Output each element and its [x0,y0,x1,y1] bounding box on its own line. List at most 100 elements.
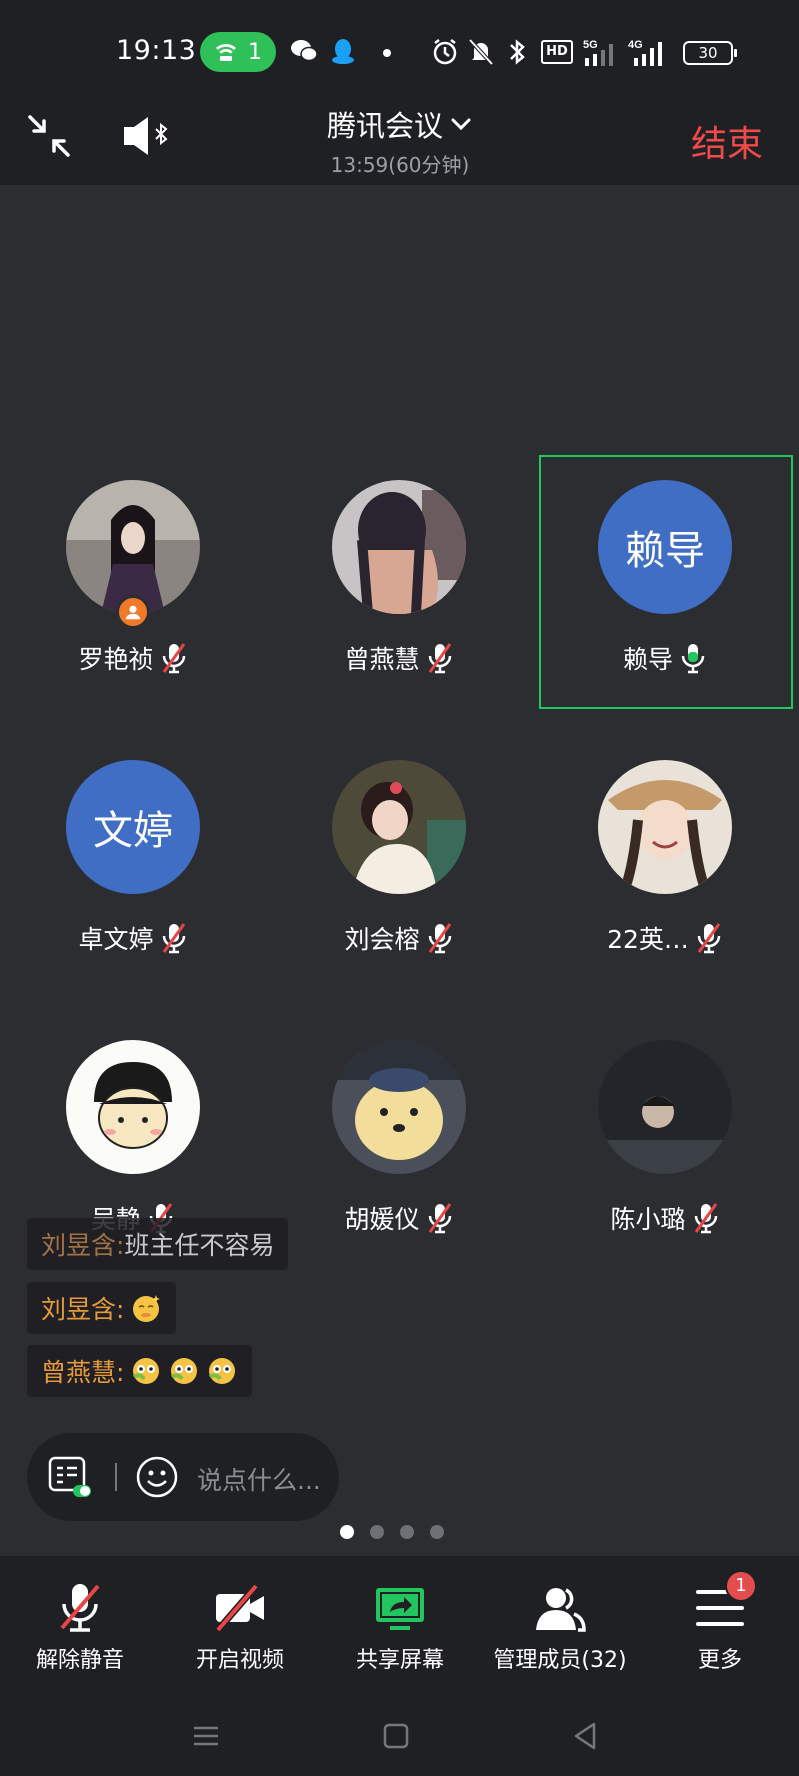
chat-text: 班主任不容易 [124,1231,275,1260]
participant-name: 卓文婷 [78,925,154,954]
wechat-icon [291,40,318,62]
more-button[interactable]: 1 更多 [640,1556,799,1696]
participant-name: 刘会榕 [344,925,420,954]
back-icon[interactable] [570,1720,602,1752]
avatar-initials: 赖导 [598,480,732,614]
participant-name-row: 刘会榕 [266,920,532,956]
mic-muted-icon [162,923,185,954]
share-screen-icon [376,1588,424,1630]
chat-message: 曾燕慧: [27,1345,253,1397]
participant-tile[interactable]: 文婷 卓文婷 [0,735,266,989]
alarm-icon [433,39,457,65]
home-icon[interactable] [380,1720,412,1752]
page-dot[interactable] [430,1525,444,1539]
meeting-title-area[interactable]: 腾讯会议 13:59(60分钟) [250,103,550,178]
mic-muted-icon [694,1203,717,1234]
meeting-header: 腾讯会议 13:59(60分钟) 结束 [0,95,799,185]
share-screen-label: 共享屏幕 [355,1648,444,1673]
unmute-label: 解除静音 [35,1648,124,1673]
page-dot[interactable] [370,1525,384,1539]
avatar [332,480,466,614]
battery-icon: 30 [683,41,737,65]
participant-name-row: 胡媛仪 [266,1200,532,1236]
chat-sender: 刘昱含: [41,1231,125,1260]
participant-name-row: 罗艳祯 [0,640,266,676]
emoji-icon[interactable] [135,1455,179,1499]
participant-tile[interactable]: 22英… [532,735,798,989]
start-video-button[interactable]: 开启视频 [160,1556,320,1696]
participant-tile[interactable]: 曾燕慧 [266,455,532,709]
status-time: 19:13 [116,35,197,66]
participant-name: 赖导 [622,645,673,674]
chat-sender: 曾燕慧: [41,1358,125,1387]
chat-input-placeholder[interactable]: 说点什么... [197,1461,321,1497]
share-screen-button[interactable]: 共享屏幕 [320,1556,480,1696]
avatar [598,760,732,894]
page-indicator [340,1525,444,1539]
avatar [332,760,466,894]
system-nav-bar [0,1696,799,1776]
chat-list-icon[interactable] [47,1455,91,1499]
chat-message: 刘昱含: [27,1282,177,1334]
avatar-photo [332,760,466,894]
mic-muted-icon [428,923,451,954]
confused-face-emoji-icon [133,1358,160,1384]
meeting-toolbar: 解除静音 开启视频 共享屏幕 管理成员(32) 1 更多 [0,1556,799,1696]
participant-tile[interactable]: 罗艳祯 [0,455,266,709]
participant-tile[interactable]: 陈小璐 [532,1015,798,1269]
4g-signal-icon: 4G [628,39,662,66]
end-meeting-button[interactable]: 结束 [691,115,763,167]
mic-muted-icon [428,643,451,674]
members-icon [536,1588,586,1632]
participant-tile[interactable]: 赖导 赖导 [532,455,798,709]
participant-name-row: 卓文婷 [0,920,266,956]
participant-name: 曾燕慧 [344,645,420,674]
recent-apps-icon[interactable] [190,1720,222,1752]
avatar [66,480,200,614]
mic-active-icon [681,644,705,674]
meeting-title-text: 腾讯会议 [326,109,443,143]
mute-bell-icon [468,38,494,66]
participant-name-row: 曾燕慧 [266,640,532,676]
avatar: 文婷 [66,760,200,894]
participant-name-row: 22英… [532,920,798,956]
page-dot-active[interactable] [340,1525,354,1539]
chat-sender: 刘昱含: [41,1295,125,1324]
avatar [598,1040,732,1174]
confused-face-emoji-icon [171,1358,198,1384]
page-dot[interactable] [400,1525,414,1539]
minimize-icon[interactable] [26,113,72,159]
avatar-photo [66,1040,200,1174]
start-video-label: 开启视频 [195,1648,284,1673]
manage-members-button[interactable]: 管理成员(32) [480,1556,640,1696]
meeting-duration: 13:59(60分钟) [330,153,470,177]
avatar [66,1040,200,1174]
participant-name: 胡媛仪 [344,1205,420,1234]
confused-face-emoji-icon [209,1358,236,1384]
dot-icon [383,49,391,57]
meeting-title[interactable]: 腾讯会议 [327,103,473,145]
avatar: 赖导 [598,480,732,614]
unmute-button[interactable]: 解除静音 [0,1556,160,1696]
shy-face-emoji-icon [133,1295,161,1322]
hotspot-pill: 1 [200,32,276,72]
speaker-bluetooth-icon[interactable] [122,113,174,159]
participant-name-row: 赖导 [532,640,798,676]
chat-input-bar[interactable]: 说点什么... [27,1433,339,1521]
avatar-photo [332,480,466,614]
svg-text:5G: 5G [583,39,598,51]
participant-tile[interactable]: 刘会榕 [266,735,532,989]
mic-muted-icon [697,923,721,954]
host-icon [116,595,150,629]
participant-name: 22英… [607,925,689,954]
avatar [332,1040,466,1174]
5g-signal-icon: 5G [583,39,613,66]
mic-muted-icon [60,1584,100,1632]
participant-tile[interactable]: 胡媛仪 [266,1015,532,1269]
participant-name: 罗艳祯 [78,645,154,674]
chevron-down-icon [451,118,471,131]
svg-text:4G: 4G [628,39,643,51]
mic-muted-icon [162,643,185,674]
more-label: 更多 [697,1648,742,1673]
notification-badge: 1 [725,1570,757,1602]
